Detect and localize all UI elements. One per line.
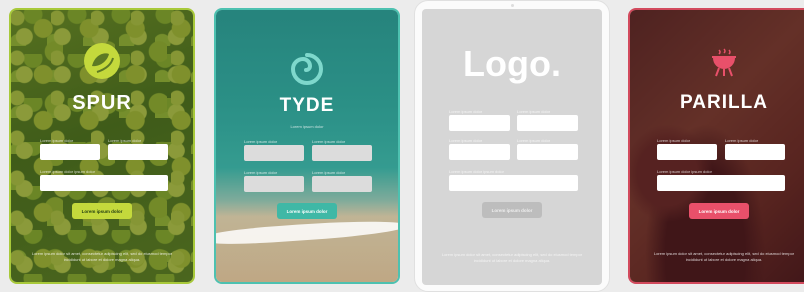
first-field[interactable] [40, 144, 100, 160]
field-label: Lorem ipsum dolor [449, 138, 483, 143]
third-field[interactable] [244, 176, 304, 192]
field-label: Lorem ipsum dolor ipsum dolor [449, 169, 504, 174]
field-label: Lorem ipsum dolor [108, 138, 142, 143]
second-field[interactable] [725, 144, 785, 160]
fifth-field[interactable] [449, 175, 578, 191]
submit-button[interactable]: Lorem ipsum dolor [689, 203, 749, 219]
third-field[interactable] [40, 175, 168, 191]
field-label: Lorem ipsum dolor ipsum dolor [657, 169, 712, 174]
third-field[interactable] [657, 175, 785, 191]
field-label: Lorem ipsum dolor [517, 109, 551, 114]
fourth-field[interactable] [517, 144, 578, 160]
field-label: Lorem ipsum dolor [517, 138, 551, 143]
submit-button[interactable]: Lorem ipsum dolor [277, 203, 337, 219]
field-label: Lorem ipsum dolor [244, 139, 278, 144]
spur-login-card: SPUR Lorem ipsum dolor Lorem ipsum dolor… [9, 8, 195, 284]
field-label: Lorem ipsum dolor [40, 138, 74, 143]
footer-text: Lorem ipsum dolor sit amet, consectetur … [31, 251, 173, 262]
camera-dot [511, 4, 514, 7]
first-field[interactable] [657, 144, 717, 160]
field-label: Lorem ipsum dolor [312, 170, 346, 175]
field-label: Lorem ipsum dolor [725, 138, 759, 143]
field-label: Lorem ipsum dolor [449, 109, 483, 114]
first-field[interactable] [244, 145, 304, 161]
wave-spiral-logo-icon [290, 53, 323, 85]
parilla-login-card: PARILLA Lorem ipsum dolor Lorem ipsum do… [628, 8, 804, 284]
second-field[interactable] [108, 144, 168, 160]
field-label: Lorem ipsum dolor [312, 139, 346, 144]
tyde-login-card: TYDE Lorem ipsum dolor Lorem ipsum dolor… [214, 8, 400, 284]
submit-button[interactable]: Lorem ipsum dolor [482, 202, 542, 218]
submit-button[interactable]: Lorem ipsum dolor [72, 203, 132, 219]
third-field[interactable] [449, 144, 510, 160]
second-field[interactable] [517, 115, 578, 131]
footer-text: Lorem ipsum dolor sit amet, consectetur … [653, 251, 795, 262]
subtitle: Lorem ipsum dolor [290, 124, 324, 129]
brand-title: Logo. [463, 43, 561, 84]
brand-title: TYDE [279, 95, 335, 116]
first-field[interactable] [449, 115, 510, 131]
field-label: Lorem ipsum dolor [244, 170, 278, 175]
brand-title: PARILLA [680, 92, 768, 113]
fourth-field[interactable] [312, 176, 372, 192]
field-label: Lorem ipsum dolor ipsum dolor [40, 169, 95, 174]
field-label: Lorem ipsum dolor [657, 138, 691, 143]
brand-title: SPUR [72, 92, 132, 114]
generic-tablet-card: Logo. Lorem ipsum dolor Lorem ipsum dolo… [414, 0, 610, 292]
footer-text: Lorem ipsum dolor sit amet, consectetur … [441, 252, 583, 263]
second-field[interactable] [312, 145, 372, 161]
tablet-screen: Logo. Lorem ipsum dolor Lorem ipsum dolo… [422, 9, 602, 285]
grill-logo-icon [712, 48, 736, 77]
leaf-logo-icon [84, 43, 120, 79]
